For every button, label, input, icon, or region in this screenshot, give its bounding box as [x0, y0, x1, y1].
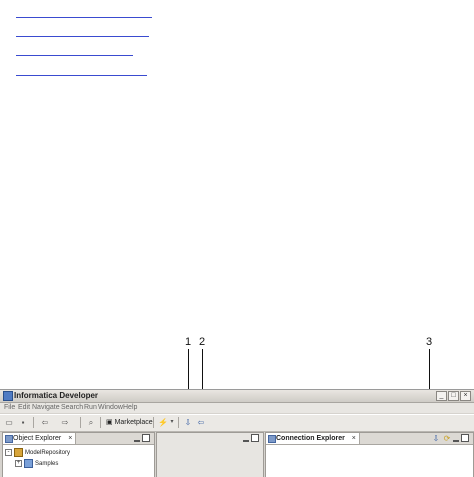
menu-bar: File Edit Navigate Search Run Window Hel…: [0, 403, 474, 413]
marketplace-label: Marketplace: [114, 419, 153, 426]
callout-1-label: 1: [185, 336, 192, 348]
minimize-view-icon[interactable]: [134, 435, 140, 442]
callout-2-label: 2: [199, 336, 206, 348]
maximize-view-icon[interactable]: [461, 434, 469, 442]
menu-search[interactable]: Search: [61, 404, 83, 411]
close-icon[interactable]: ×: [68, 435, 72, 442]
connection-explorer-icon: [268, 435, 276, 443]
tree-item-model-repository[interactable]: - ModelRepository: [5, 448, 70, 457]
minimize-view-icon[interactable]: [243, 435, 249, 442]
window-controls: _ □ ×: [436, 391, 471, 401]
menu-navigate[interactable]: Navigate: [32, 404, 60, 411]
tree-item-label: ModelRepository: [25, 450, 71, 457]
menu-run[interactable]: Run: [84, 404, 97, 411]
save-icon[interactable]: ▪: [18, 418, 28, 427]
toolbar-separator: [80, 417, 81, 428]
object-explorer-icon: [5, 435, 13, 443]
connection-explorer-panel: Connection Explorer × ⇩ ⟳: [265, 432, 474, 477]
forward-icon[interactable]: ⇨: [60, 418, 70, 427]
toolbar-separator: [178, 417, 179, 428]
create-connection-icon[interactable]: ⇩: [431, 434, 441, 443]
expand-icon[interactable]: +: [15, 460, 22, 467]
callout-3-label: 3: [426, 336, 433, 348]
toolbar-separator: [100, 417, 101, 428]
hyperlink-1[interactable]: [16, 17, 152, 18]
tree-item-label: Samples: [35, 461, 59, 468]
menu-window[interactable]: Window: [98, 404, 123, 411]
new-icon[interactable]: ▭: [4, 418, 14, 427]
search-icon[interactable]: ⌕: [86, 418, 96, 427]
connect-repository-icon[interactable]: ⇩: [183, 418, 193, 427]
back-icon[interactable]: ⇦: [40, 418, 50, 427]
project-icon: [24, 459, 33, 468]
menu-file[interactable]: File: [4, 404, 15, 411]
dropdown-arrow-icon[interactable]: ▾: [167, 418, 177, 427]
marketplace-button[interactable]: ▣ Marketplace: [106, 417, 153, 428]
object-explorer-panel: Object Explorer × - ModelRepository + Samp…: [2, 432, 155, 477]
marketplace-icon: ▣: [106, 419, 115, 426]
menu-edit[interactable]: Edit: [18, 404, 30, 411]
menu-help[interactable]: Help: [123, 404, 137, 411]
repository-icon: [14, 448, 23, 457]
main-toolbar: ▭ ▪ ⇦ ⇨ ⌕ ▣ Marketplace ⚡ ▾ ⇩ ⇦: [0, 414, 474, 432]
maximize-button[interactable]: □: [448, 391, 459, 401]
connection-explorer-tabbar: Connection Explorer × ⇩ ⟳: [266, 433, 473, 445]
minimize-view-icon[interactable]: [453, 435, 459, 442]
editor-tabbar: [157, 433, 263, 444]
tab-object-explorer[interactable]: Object Explorer ×: [3, 433, 77, 444]
minimize-button[interactable]: _: [436, 391, 447, 401]
hyperlink-4[interactable]: [16, 75, 147, 76]
hyperlink-2[interactable]: [16, 36, 149, 37]
tree-item-samples[interactable]: + Samples: [15, 459, 58, 468]
maximize-view-icon[interactable]: [142, 434, 150, 442]
toolbar-separator: [153, 417, 154, 428]
window-title: Informatica Developer: [14, 391, 99, 400]
maximize-view-icon[interactable]: [251, 434, 259, 442]
toolbar-separator: [33, 417, 34, 428]
object-explorer-tabbar: Object Explorer ×: [3, 433, 154, 445]
hyperlink-3[interactable]: [16, 55, 133, 56]
navigate-icon[interactable]: ⇦: [196, 418, 206, 427]
refresh-icon[interactable]: ⟳: [442, 434, 452, 443]
editor-area: [156, 432, 264, 477]
title-bar: Informatica Developer _ □ ×: [0, 390, 474, 403]
tab-connection-explorer[interactable]: Connection Explorer ×: [266, 433, 360, 444]
collapse-icon[interactable]: -: [5, 449, 12, 456]
close-button[interactable]: ×: [460, 391, 471, 401]
close-icon[interactable]: ×: [352, 435, 356, 442]
app-icon: [3, 391, 13, 401]
tab-connection-explorer-label: Connection Explorer: [276, 435, 345, 442]
tab-object-explorer-label: Object Explorer: [13, 435, 62, 442]
informatica-developer-window: Informatica Developer _ □ × File Edit Na…: [0, 389, 474, 477]
